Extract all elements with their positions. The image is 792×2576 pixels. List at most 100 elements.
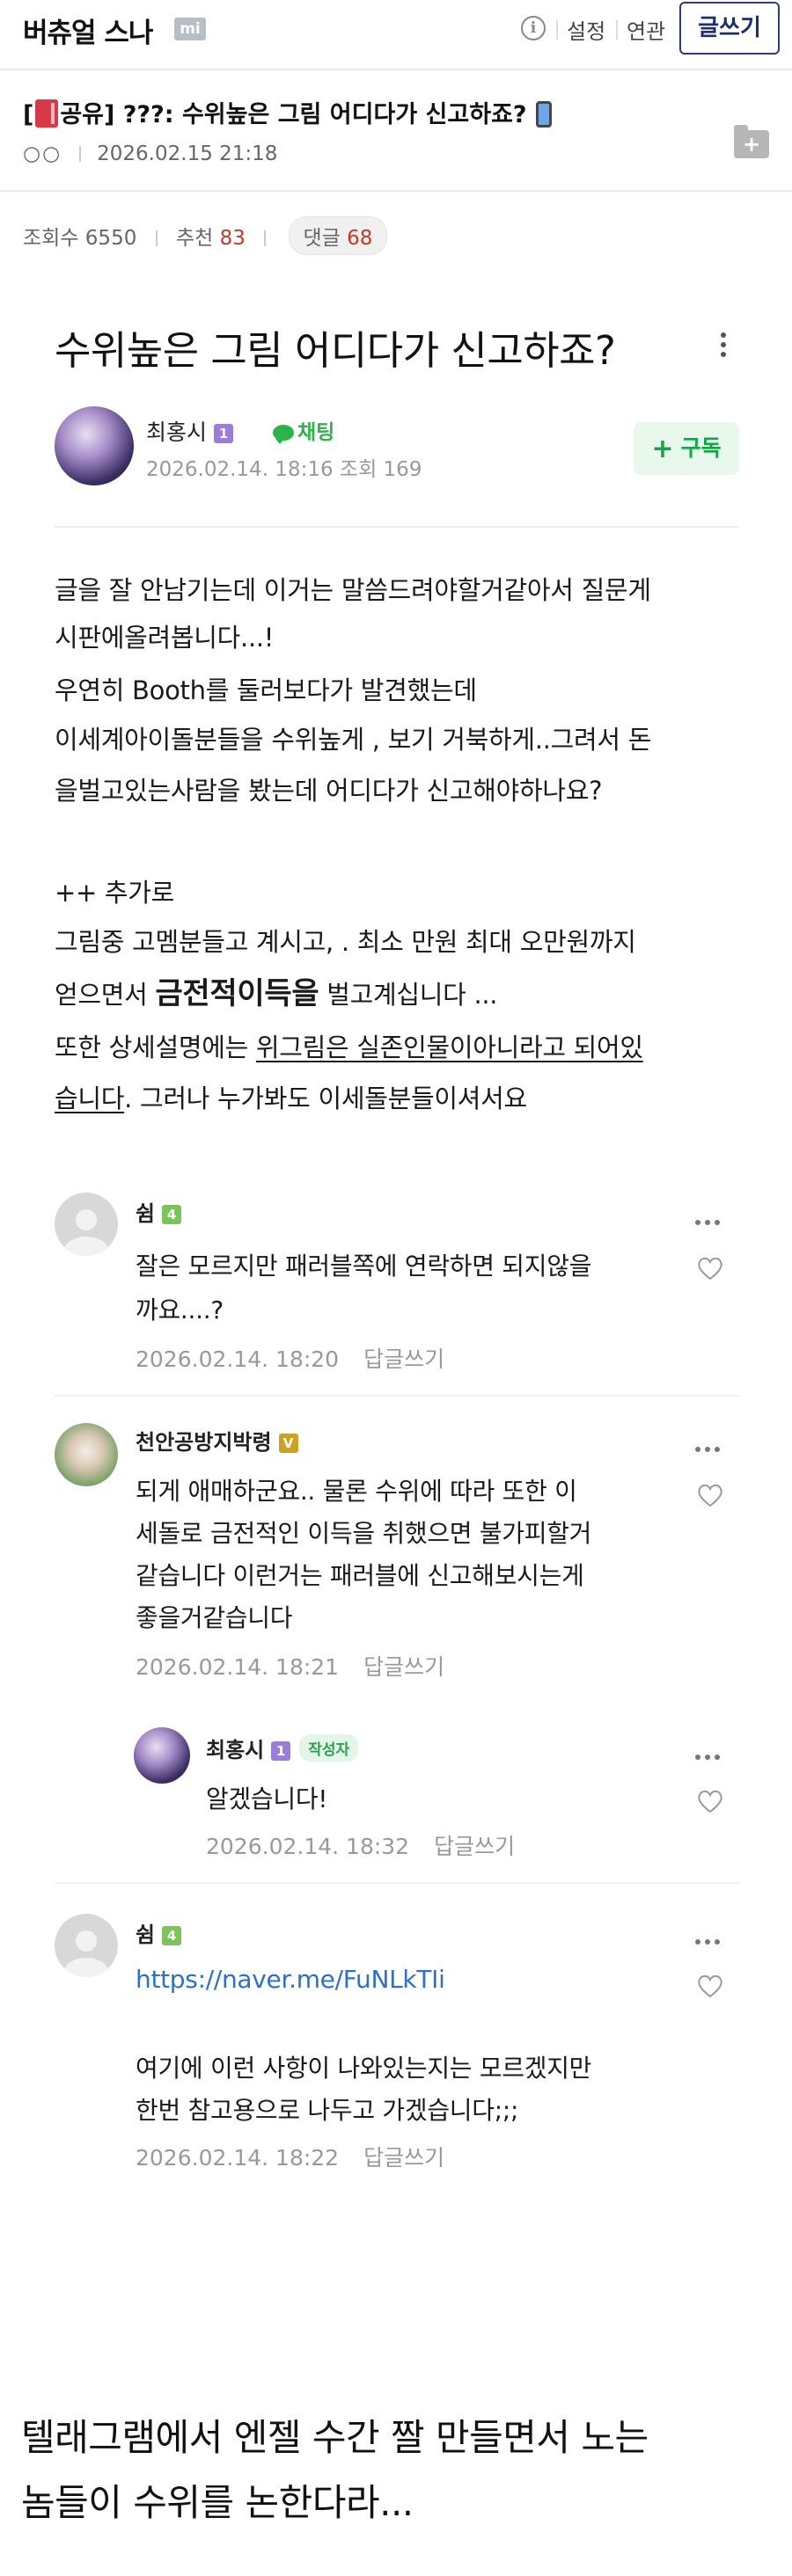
underlined-text: 습니다 [55,1084,125,1113]
author-name[interactable]: 최홍시 1 [146,415,234,447]
divider [0,190,792,192]
post-body-line: 이세계아이돌분들을 수위높게 , 보기 거북하게..그려서 돈 [55,725,652,755]
commenter-name[interactable]: 최홍시 1 작성자 [206,1733,359,1763]
heart-icon[interactable] [697,1974,723,1998]
author-name-text: 최홍시 [146,420,208,445]
post-body-line: 우연히 Booth를 둘러보다가 발견했는데 [55,675,477,705]
settings-link[interactable]: 설정 [567,14,605,45]
comment-divider [55,1882,739,1884]
caption-line: 텔래그램에서 엔젤 수간 짤 만들면서 노는 [21,2416,649,2459]
commenter-avatar[interactable] [134,1727,190,1784]
site-title[interactable]: 버츄얼 스나 [23,11,153,50]
reply-link[interactable]: 답글쓰기 [363,1654,444,1680]
comment-more-icon[interactable] [695,1212,725,1225]
top-separator [556,20,558,40]
comment-url-link[interactable]: https://naver.me/FuNLkTIi [136,1965,445,1994]
comment-meta: 2026.02.14. 18:32 답글쓰기 [206,1829,515,1861]
commenter-name[interactable]: 쉼4 [136,1196,182,1227]
heart-icon[interactable] [697,1789,723,1813]
heart-icon[interactable] [697,1256,723,1281]
info-icon[interactable]: i [521,16,546,40]
views-count: 6550 [84,227,137,250]
post-more-icon[interactable] [720,332,727,361]
stat-separator [264,230,267,246]
comment-more-icon[interactable] [695,1931,725,1945]
comments-label: 댓글 [303,227,341,250]
comment-text: 여기에 이런 사항이 나와있는지는 모르겠지만 [136,2054,592,2083]
comment-divider [55,1395,739,1397]
post-meta: 2026.02.14. 18:16 조회 169 [146,452,422,482]
post-body-line: 그림중 고멤분들고 계시고, . 최소 만원 최대 오만원까지 [55,927,636,957]
comment-meta: 2026.02.14. 18:20 답글쓰기 [136,1342,444,1374]
commenter-avatar[interactable] [55,1193,118,1256]
level-badge: 4 [162,1205,182,1224]
write-button[interactable]: 글쓰기 [679,2,780,55]
reply-link[interactable]: 답글쓰기 [363,2145,444,2171]
share-bracket: [ [23,101,34,128]
share-title[interactable]: [ 공유] ???: 수위높은 그림 어디다가 신고하죠? [23,95,552,129]
phone-icon [535,101,552,128]
author-avatar[interactable] [55,406,134,485]
level-badge: 4 [162,1926,182,1945]
author-dots: ○○ [23,142,62,165]
views-label: 조회수 [23,227,79,250]
heart-icon[interactable] [697,1483,723,1507]
comment-meta: 2026.02.14. 18:22 답글쓰기 [136,2141,444,2172]
post-stats: 조회수 6550 추천 83 댓글 68 [23,216,388,255]
emphasis-text: 금전적이득을 [155,976,319,1011]
chat-link[interactable]: 채팅 [273,415,334,445]
stat-separator [155,230,158,246]
reply-link[interactable]: 답글쓰기 [434,1834,515,1859]
top-bar: 버츄얼 스나 mi i 설정 연관 글쓰기 [0,0,792,63]
meta-separator [79,146,82,162]
comment-date: 2026.02.14. 18:20 [136,1346,340,1372]
commenter-name[interactable]: 천안공방지박령 V [136,1425,298,1456]
subscribe-label: 구독 [680,435,722,461]
recommend-count: 83 [219,227,246,250]
post-divider [55,526,739,528]
chat-bubble-icon [273,425,294,444]
divider [0,69,792,70]
comment-date: 2026.02.14. 18:32 [206,1834,410,1859]
share-tag: 공유] [60,101,115,128]
share-datetime: 2026.02.15 21:18 [97,142,278,165]
level-badge: V [278,1434,298,1453]
comment-text: 좋을거같습니다 [136,1603,293,1632]
top-separator [616,20,618,40]
commenter-avatar[interactable] [55,1423,118,1486]
commenter-name[interactable]: 쉼4 [136,1917,182,1948]
book-icon [35,99,59,128]
comment-text: 알겠습니다! [206,1784,328,1813]
comment-text: 한번 참고용으로 나두고 가겠습니다;;; [136,2096,519,2125]
comments-count: 68 [347,227,373,250]
post-date: 2026.02.14. 18:16 [146,458,334,481]
commenter-avatar[interactable] [55,1914,118,1977]
post-body-line: 또한 상세설명에는 위그림은 실존인물이아니라고 되어있 [55,1033,643,1062]
add-folder-icon[interactable]: + [734,125,769,158]
level-badge: 1 [214,424,234,443]
share-meta: ○○ 2026.02.15 21:18 [23,142,277,165]
comment-count-pill[interactable]: 댓글 68 [288,216,388,255]
comment-text: 세돌로 금전적인 이득을 취했으면 불가피할거 [136,1519,592,1548]
subscribe-button[interactable]: + 구독 [634,422,739,475]
post-body-line: 습니다. 그러나 누가봐도 이세돌분들이셔서요 [55,1084,527,1113]
comment-date: 2026.02.14. 18:21 [136,1654,340,1680]
comment-more-icon[interactable] [695,1747,725,1760]
underlined-text: 위그림은 실존인물이아니라고 되어있 [255,1033,643,1062]
reply-link[interactable]: 답글쓰기 [363,1346,444,1372]
comment-text: 까요....? [136,1295,224,1324]
recommend-label: 추천 [175,227,214,250]
related-link[interactable]: 연관 [627,14,665,45]
post-body-line: 을벌고있는사람을 봤는데 어디다가 신고해야하나요? [55,776,603,806]
post-body-line: 글을 잘 안남기는데 이거는 말씀드려야할거같아서 질문게 [55,575,651,605]
post-views-label: 조회 [339,458,378,481]
plus-icon: + [651,434,674,464]
chat-label: 채팅 [297,421,335,444]
comment-date: 2026.02.14. 18:22 [136,2145,340,2171]
comment-text: 잘은 모르지만 패러블쪽에 연락하면 되지않을 [136,1252,592,1281]
post-body-line: 시판에올려봅니다...! [55,623,275,653]
post-body-line: 얻으면서 금전적이득을 벌고계십니다 ... [55,976,498,1011]
comment-more-icon[interactable] [695,1439,725,1452]
post-body-line: ++ 추가로 [55,878,175,908]
share-title-text: ???: 수위높은 그림 어디다가 신고하죠? [114,101,527,128]
